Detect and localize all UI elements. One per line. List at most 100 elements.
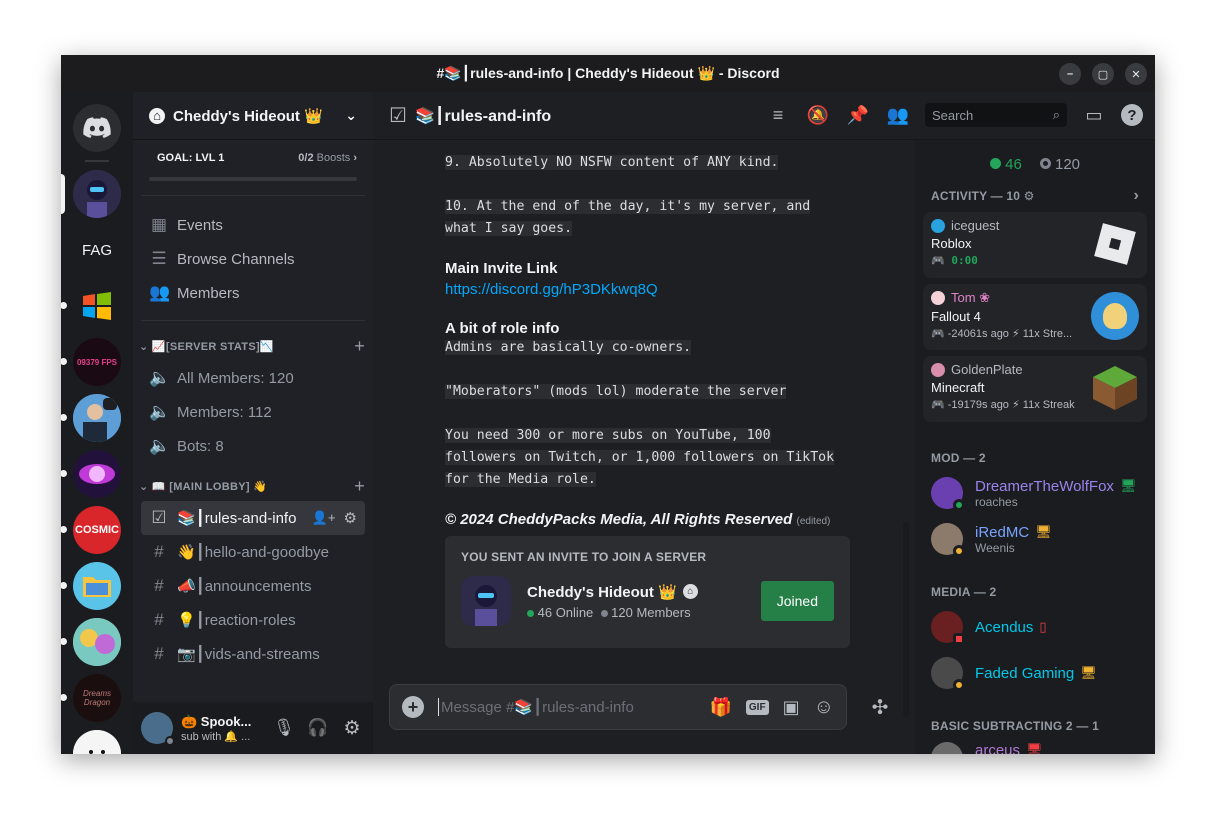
headphones-icon[interactable]: 🎧 [305, 718, 331, 738]
message-composer[interactable]: + Message #📚┃rules-and-info 🎁 GIF ▣ ☺ [389, 684, 847, 730]
message-text: You need 300 or more subs on YouTube, 10… [445, 428, 771, 443]
gear-icon[interactable]: ⚙ [344, 509, 357, 527]
nav-browse-label: Browse Channels [177, 250, 295, 268]
server-art[interactable] [73, 618, 121, 666]
server-dragon[interactable]: Dreams Dragon [73, 674, 121, 722]
notification-mute-icon[interactable]: 🔕 [805, 102, 831, 128]
total-count: 120 [1039, 156, 1081, 184]
gift-icon[interactable]: 🎁 [709, 697, 731, 718]
voice-locked-icon: 🔈 [149, 436, 171, 455]
member-item[interactable]: iRedMC 🖥 Weenis [915, 516, 1155, 562]
message-text: "Moberators" (mods lol) moderate the ser… [445, 384, 787, 399]
channel-announcements[interactable]: # 📣┃announcements [141, 569, 365, 603]
app-launcher-icon[interactable]: ✣ [865, 692, 895, 722]
discord-home-button[interactable] [73, 104, 121, 152]
microphone-icon[interactable]: 🎙 [271, 718, 297, 738]
channel-vids-and-streams[interactable]: # 📷┃vids-and-streams [141, 637, 365, 671]
member-group-header: MOD — 2 [931, 451, 986, 465]
joined-button[interactable]: Joined [760, 581, 834, 621]
server-folder[interactable] [73, 562, 121, 610]
add-channel-icon[interactable]: + [354, 336, 365, 357]
member-item[interactable]: arceus 🖥 [915, 738, 1155, 754]
nav-events[interactable]: ▦ Events [133, 208, 373, 242]
minimize-button[interactable]: – [1059, 63, 1081, 85]
activity-label: ACTIVITY — 10 [931, 189, 1021, 203]
gif-button[interactable]: GIF [745, 699, 769, 715]
total-count-value: 120 [1055, 156, 1081, 173]
channel-rules-and-info[interactable]: ☑ 📚┃rules-and-info 👤+ ⚙ [141, 501, 365, 535]
inbox-icon[interactable]: ▭ [1081, 102, 1107, 128]
member-item[interactable]: Faded Gaming 🖥 [915, 650, 1155, 696]
channel-members[interactable]: 🔈 Members: 112 [141, 395, 365, 429]
server-windows[interactable] [73, 282, 121, 330]
rules-channel-icon: ☑ [151, 508, 167, 527]
title-bar: #📚┃rules-and-info | Cheddy's Hideout 👑 -… [61, 55, 1155, 92]
sticker-icon[interactable]: ▣ [783, 697, 800, 718]
server-fag[interactable]: FAG [73, 226, 121, 274]
message-list: 9. Absolutely NO NSFW content of ANY kin… [373, 140, 915, 680]
nav-browse-channels[interactable]: ☰ Browse Channels [133, 242, 373, 276]
category-server-stats[interactable]: ⌄ 📈[SERVER STATS]📉 + [133, 331, 373, 361]
nav-members[interactable]: 👥 Members [133, 276, 373, 310]
activity-card[interactable]: iceguest Roblox 🎮 0:00 [923, 212, 1147, 278]
activity-time: 0:00 [951, 254, 978, 267]
channel-header: ☑ 📚┃rules-and-info ≡ 🔕 📌 👥 Search ⌕ ▭ ? [373, 92, 1155, 140]
activity-card[interactable]: GoldenPlate Minecraft 🎮 -19179s ago ⚡ 11… [923, 356, 1147, 422]
fallout-game-icon [1091, 292, 1139, 340]
message-text: followers on Twitch, or 1,000 followers … [445, 450, 835, 465]
close-button[interactable]: ✕ [1125, 63, 1147, 85]
server-icon[interactable] [73, 170, 121, 218]
avatar [931, 218, 945, 233]
add-channel-icon[interactable]: + [354, 476, 365, 497]
channel-bots[interactable]: 🔈 Bots: 8 [141, 429, 365, 463]
member-name: iRedMC [975, 523, 1030, 541]
invite-icon[interactable]: 👤+ [312, 510, 336, 526]
emoji-icon[interactable]: ☺ [814, 696, 834, 719]
member-list-icon[interactable]: 👥 [885, 102, 911, 128]
member-name: arceus [975, 742, 1021, 754]
chevron-down-icon: ⌄ [345, 107, 357, 123]
maximize-button[interactable]: ▢ [1092, 63, 1114, 85]
server-header[interactable]: ⌂ Cheddy's Hideout 👑 ⌄ [133, 92, 373, 140]
settings-gear-icon[interactable]: ⚙ [339, 717, 365, 740]
scrollbar[interactable] [903, 522, 909, 717]
server-list: FAG 09379 FPS COSMIC Dreams Dragon [61, 92, 133, 754]
server-fps[interactable]: 09379 FPS [73, 338, 121, 386]
server-suit[interactable] [73, 394, 121, 442]
status-indicator [165, 736, 175, 746]
boost-goal[interactable]: GOAL: LVL 1 0/2 Boosts › [141, 140, 365, 196]
add-attachment-icon[interactable]: + [402, 696, 424, 718]
folder-icon [83, 577, 111, 597]
member-item[interactable]: DreamerTheWolfFox 🖥 roaches [915, 470, 1155, 516]
invite-link[interactable]: https://discord.gg/hP3DKkwq8Q [445, 281, 915, 298]
search-icon: ⌕ [1052, 107, 1060, 122]
category-label: 📖 [MAIN LOBBY] 👋 [151, 480, 268, 493]
ghost-avatar-icon [73, 730, 121, 754]
channel-hello-and-goodbye[interactable]: # 👋┃hello-and-goodbye [141, 535, 365, 569]
server-ghost[interactable] [73, 730, 121, 754]
channel-reaction-roles[interactable]: # 💡┃reaction-roles [141, 603, 365, 637]
message-placeholder: Message #📚┃rules-and-info [438, 698, 695, 716]
threads-icon[interactable]: ≡ [765, 102, 791, 128]
help-icon[interactable]: ? [1121, 104, 1143, 126]
member-name: DreamerTheWolfFox [975, 477, 1114, 495]
activity-header[interactable]: ACTIVITY — 10 ⚙ › [915, 184, 1155, 208]
member-item[interactable]: Acendus ▯ [915, 604, 1155, 650]
avatar[interactable] [141, 712, 175, 746]
channel-label: Members: 112 [177, 403, 272, 421]
message-heading: A bit of role info [445, 320, 560, 337]
channel-all-members[interactable]: 🔈 All Members: 120 [141, 361, 365, 395]
invite-server-name[interactable]: Cheddy's Hideout 👑 [527, 583, 677, 601]
category-main-lobby[interactable]: ⌄ 📖 [MAIN LOBBY] 👋 + [133, 471, 373, 501]
search-input[interactable]: Search ⌕ [925, 103, 1067, 127]
desktop-icon: 🖥 [1026, 742, 1043, 754]
server-orb[interactable] [73, 450, 121, 498]
member-name: Faded Gaming [975, 664, 1075, 682]
activity-card[interactable]: Tom ❀ Fallout 4 🎮 -24061s ago ⚡ 11x Stre… [923, 284, 1147, 350]
channel-label: 💡┃reaction-roles [177, 612, 296, 629]
goal-boosts: Boosts [316, 152, 351, 164]
server-cosmic[interactable]: COSMIC [73, 506, 121, 554]
suit-avatar-icon [73, 394, 121, 442]
desktop-icon: 🖥 [1080, 664, 1097, 680]
pin-icon[interactable]: 📌 [845, 102, 871, 128]
